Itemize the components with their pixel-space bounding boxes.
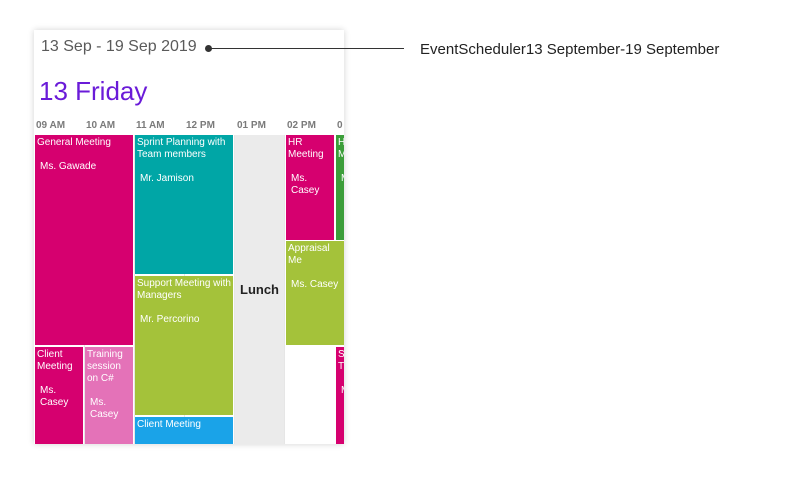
event-partial-2[interactable]: S T M: [336, 347, 344, 444]
event-sprint-planning[interactable]: Sprint Planning with Team members Mr. Ja…: [135, 135, 233, 274]
event-appraisal-meeting[interactable]: Appraisal Me Ms. Casey: [286, 241, 344, 345]
time-label: 10 AM: [86, 120, 116, 131]
event-client-meeting[interactable]: Client Meeting Ms. Casey: [35, 347, 83, 444]
event-title: HR Meeting: [288, 137, 324, 160]
event-person: Mr. Jamison: [140, 173, 194, 184]
event-person: M: [338, 385, 344, 397]
event-person: Ms. Casey: [90, 397, 119, 420]
event-general-meeting[interactable]: General Meeting Ms. Gawade: [35, 135, 133, 345]
date-range-button[interactable]: 13 Sep - 19 Sep 2019: [41, 38, 197, 56]
time-label: 09 AM: [36, 120, 66, 131]
time-label: 12 PM: [186, 120, 215, 131]
event-hr-meeting[interactable]: HR Meeting Ms. Casey: [286, 135, 334, 240]
event-title: Training session on C#: [87, 349, 123, 384]
event-person: Ms. Casey: [291, 279, 339, 290]
event-support-meeting[interactable]: Support Meeting with Managers Mr. Percor…: [135, 276, 233, 415]
callout-line: [208, 48, 404, 49]
callout-label: EventScheduler13 September-19 September: [420, 41, 720, 58]
event-title: Client Meeting: [137, 419, 201, 430]
event-person: Ms. Casey: [40, 385, 69, 408]
event-title: Support Meeting with Managers: [137, 278, 231, 301]
event-title: Appraisal Me: [288, 243, 330, 266]
event-title: S T: [338, 349, 344, 372]
event-person: Ms. Casey: [291, 173, 320, 196]
lunch-label: Lunch: [240, 282, 279, 297]
time-label: 02 PM: [287, 120, 316, 131]
event-client-meeting-2[interactable]: Client Meeting: [135, 417, 233, 444]
time-label: 11 AM: [136, 120, 165, 131]
event-person: M: [338, 173, 344, 185]
lunch-block: Lunch: [235, 135, 284, 444]
event-person: Mr. Percorino: [140, 314, 200, 325]
event-title: Sprint Planning with Team members: [137, 137, 226, 160]
time-label: 0: [337, 120, 343, 131]
grid-line: [284, 135, 285, 444]
event-title: General Meeting: [37, 137, 111, 148]
day-header: 13 Friday: [39, 76, 148, 106]
event-training-session[interactable]: Training session on C# Ms. Casey: [85, 347, 133, 444]
time-label: 01 PM: [237, 120, 266, 131]
event-title: Client Meeting: [37, 349, 73, 372]
event-person: Ms. Gawade: [40, 161, 97, 172]
timeline-grid: Lunch General Meeting Ms. Gawade Sprint …: [34, 135, 344, 444]
event-title: H M: [338, 137, 344, 160]
scheduler-container: 13 Sep - 19 Sep 2019 13 Friday 09 AM 10 …: [34, 30, 344, 444]
event-partial[interactable]: H M M: [336, 135, 344, 240]
